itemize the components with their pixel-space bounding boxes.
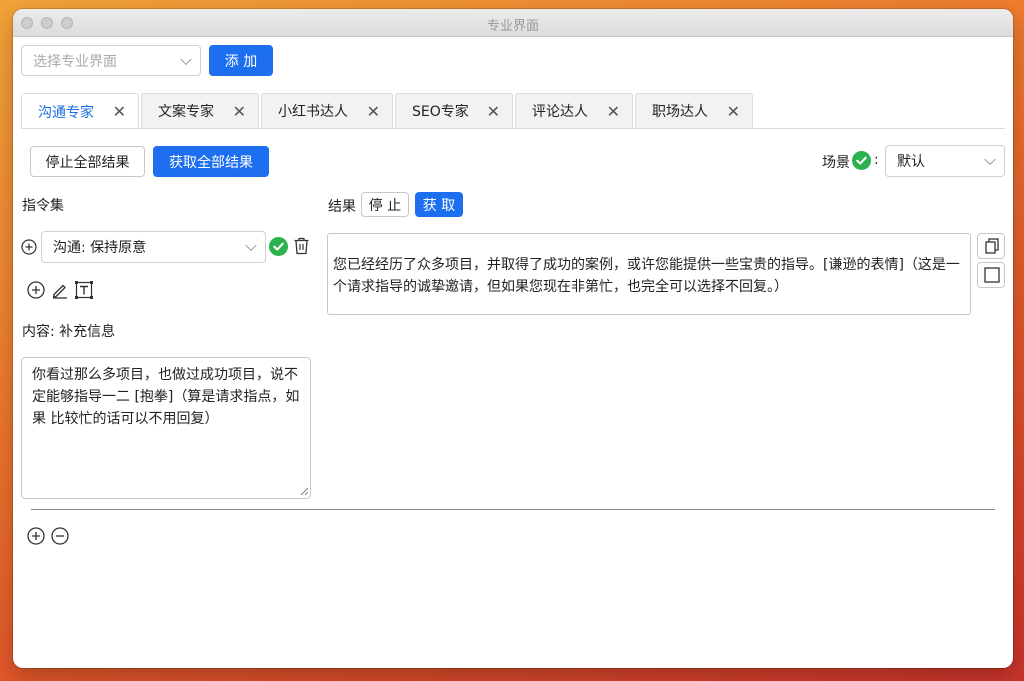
tab-label: 职场达人 — [652, 104, 708, 120]
add-circle-icon[interactable] — [21, 239, 37, 255]
close-icon[interactable]: ✕ — [233, 102, 246, 121]
close-icon[interactable]: ✕ — [367, 102, 380, 121]
close-icon[interactable]: ✕ — [607, 102, 620, 121]
tab-3[interactable]: SEO专家 ✕ — [395, 93, 513, 128]
copy-icon — [984, 238, 1000, 255]
title-bar: 专业界面 — [13, 9, 1013, 37]
content-label: 内容: 补充信息 — [22, 324, 116, 340]
get-button[interactable]: 获 取 — [415, 192, 463, 217]
window-title: 专业界面 — [486, 19, 539, 34]
profession-select-placeholder: 选择专业界面 — [33, 53, 117, 70]
section-divider — [31, 509, 995, 510]
select-button[interactable] — [977, 262, 1005, 288]
check-circle-icon[interactable] — [269, 237, 288, 256]
tab-2[interactable]: 小红书达人 ✕ — [261, 93, 393, 128]
stop-all-button[interactable]: 停止全部结果 — [30, 146, 145, 177]
tab-0[interactable]: 沟通专家 ✕ — [21, 93, 139, 129]
close-icon[interactable]: ✕ — [727, 102, 740, 121]
text-box-icon[interactable] — [74, 280, 94, 300]
content-text: 你看过那么多项目，也做过成功项目，说不定能够指导一二 [抱拳]（算是请求指点，如… — [32, 367, 300, 427]
tab-divider — [21, 128, 1005, 129]
app-window: 专业界面 选择专业界面 添 加 沟通专家 ✕ 文案专家 ✕ 小红书达人 ✕ SE… — [13, 9, 1013, 668]
stop-button[interactable]: 停 止 — [361, 192, 409, 217]
chevron-down-icon — [180, 53, 192, 65]
result-box: 您已经经历了众多项目，并取得了成功的案例，或许您能提供一些宝贵的指导。[谦逊的表… — [327, 233, 971, 315]
result-label: 结果 — [328, 199, 356, 215]
instruction-select[interactable]: 沟通: 保持原意 — [41, 231, 266, 263]
trash-icon[interactable] — [293, 237, 310, 255]
copy-button[interactable] — [977, 233, 1005, 259]
tab-5[interactable]: 职场达人 ✕ — [635, 93, 753, 128]
tab-1[interactable]: 文案专家 ✕ — [141, 93, 259, 128]
profession-select[interactable]: 选择专业界面 — [21, 45, 201, 76]
scene-colon: : — [874, 152, 879, 168]
square-icon — [984, 267, 1000, 283]
tab-label: 评论达人 — [532, 104, 588, 120]
chevron-down-icon — [984, 153, 996, 166]
tab-label: 文案专家 — [158, 104, 214, 120]
tab-4[interactable]: 评论达人 ✕ — [515, 93, 633, 128]
result-text: 您已经经历了众多项目，并取得了成功的案例，或许您能提供一些宝贵的指导。[谦逊的表… — [333, 257, 960, 295]
scene-select[interactable]: 默认 — [885, 145, 1005, 177]
tab-label: 小红书达人 — [278, 104, 348, 120]
check-circle-icon — [852, 151, 871, 170]
chevron-down-icon — [245, 239, 257, 252]
edit-pencil-icon[interactable] — [51, 281, 69, 299]
scene-select-value: 默认 — [897, 154, 925, 170]
tab-label: 沟通专家 — [38, 104, 94, 121]
scene-label: 场景 — [822, 155, 850, 171]
get-all-button[interactable]: 获取全部结果 — [153, 146, 269, 177]
resize-handle-icon[interactable] — [300, 487, 309, 496]
add-circle-icon[interactable] — [27, 281, 45, 299]
instruction-set-label: 指令集 — [22, 198, 64, 214]
tab-label: SEO专家 — [412, 104, 469, 120]
close-icon[interactable]: ✕ — [487, 102, 500, 121]
remove-circle-icon[interactable] — [51, 527, 69, 545]
add-circle-icon[interactable] — [27, 527, 45, 545]
content-textarea[interactable]: 你看过那么多项目，也做过成功项目，说不定能够指导一二 [抱拳]（算是请求指点，如… — [21, 357, 311, 499]
add-button[interactable]: 添 加 — [209, 45, 273, 76]
instruction-select-value: 沟通: 保持原意 — [53, 240, 147, 256]
close-icon[interactable]: ✕ — [113, 102, 126, 121]
